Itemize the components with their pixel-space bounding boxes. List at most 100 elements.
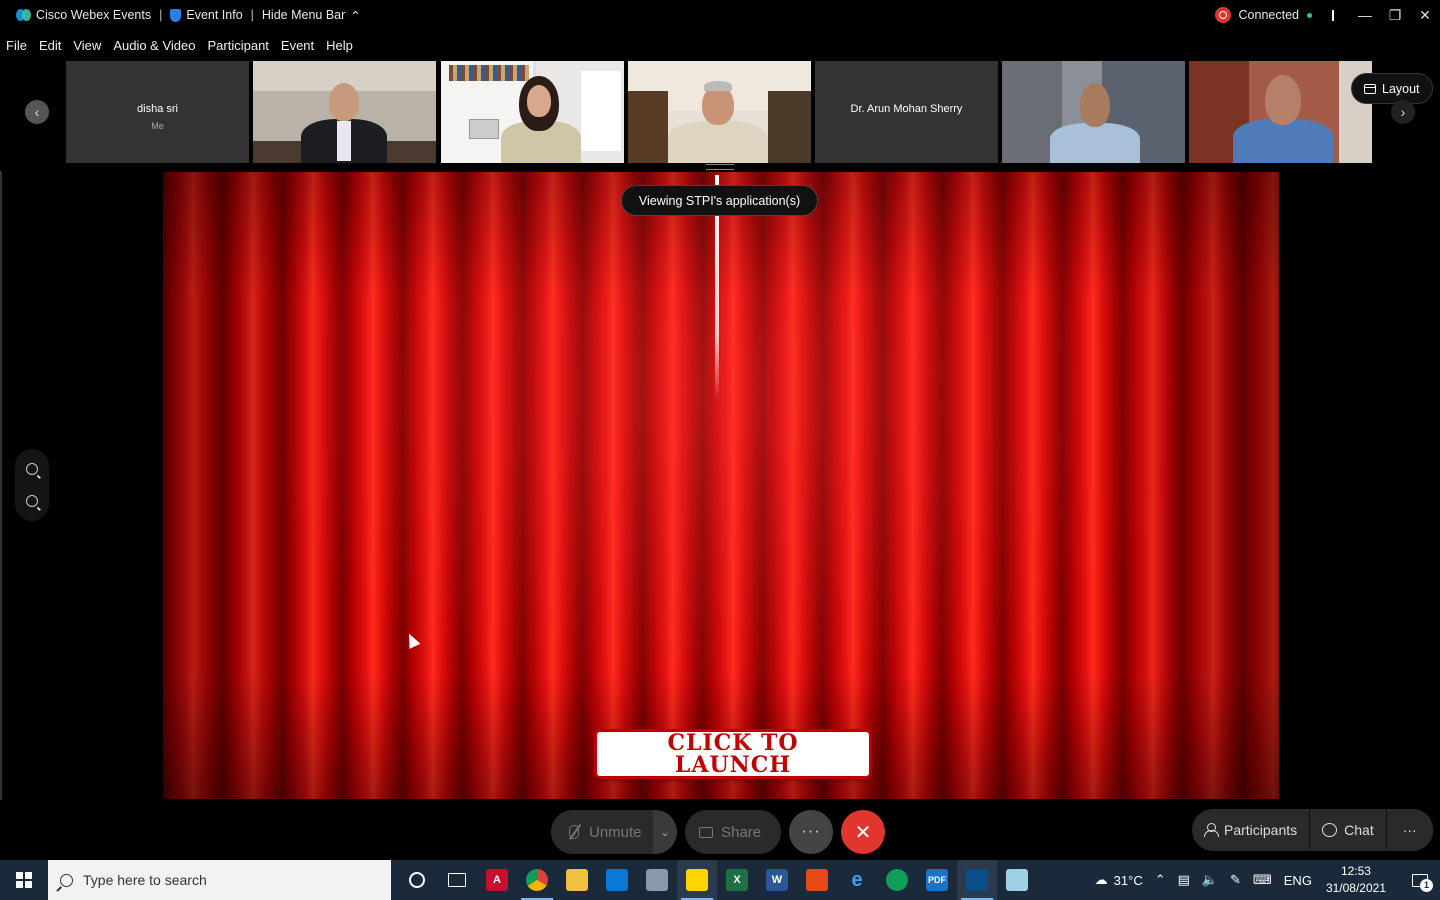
task-view-icon bbox=[448, 873, 466, 887]
taskbar-acrobat[interactable]: A bbox=[477, 860, 517, 900]
task-view-button[interactable] bbox=[437, 860, 477, 900]
windows-taskbar: Type here to search A X W e PDF ☁ 31°C ⌃… bbox=[0, 860, 1440, 900]
weather-cloud-icon: ☁ bbox=[1094, 872, 1108, 887]
audio-options-chevron-icon[interactable]: ⌄ bbox=[653, 810, 677, 854]
taskbar-word[interactable]: W bbox=[757, 860, 797, 900]
zoom-in-icon[interactable] bbox=[26, 463, 38, 475]
zoom-controls bbox=[15, 449, 49, 521]
taskbar-pdf[interactable]: PDF bbox=[917, 860, 957, 900]
show-hidden-icons-button[interactable]: ⌃ bbox=[1149, 872, 1172, 888]
more-options-button[interactable]: ··· bbox=[789, 810, 833, 854]
muted-mic-icon bbox=[569, 825, 579, 839]
network-icon[interactable]: ▤ bbox=[1172, 872, 1196, 888]
click-to-launch-button[interactable]: CLICK TO LAUNCH bbox=[597, 732, 869, 776]
layout-button[interactable]: Layout bbox=[1351, 73, 1433, 104]
participant-filmstrip: ‹ disha sri Me Dr. Arun Mohan Sherry Lay… bbox=[0, 60, 1440, 164]
system-tray: ☁ 31°C ⌃ ▤ 🔈 ✎ ⌨ ENG 12:53 31/08/2021 1 bbox=[1089, 860, 1440, 900]
chat-button[interactable]: Chat bbox=[1310, 809, 1387, 851]
excel-icon: X bbox=[726, 869, 748, 891]
scanner-icon bbox=[646, 869, 668, 891]
taskbar-store[interactable] bbox=[597, 860, 637, 900]
layout-icon bbox=[1364, 83, 1376, 94]
office-icon bbox=[806, 869, 828, 891]
participants-icon bbox=[1204, 823, 1219, 837]
menu-participant[interactable]: Participant bbox=[207, 38, 268, 53]
chat-icon bbox=[1322, 823, 1338, 837]
keyboard-icon[interactable]: ⌨ bbox=[1247, 872, 1278, 888]
menu-view[interactable]: View bbox=[73, 38, 101, 53]
participants-button[interactable]: Participants bbox=[1192, 809, 1311, 851]
participant-tile-video[interactable] bbox=[441, 61, 624, 163]
chevron-up-icon: ⌃ bbox=[350, 8, 361, 23]
pen-icon[interactable]: ✎ bbox=[1224, 872, 1247, 888]
app-icon bbox=[1006, 869, 1028, 891]
action-center-button[interactable]: 1 bbox=[1400, 860, 1440, 900]
restore-button[interactable]: ❐ bbox=[1380, 0, 1410, 30]
shield-icon bbox=[170, 8, 182, 22]
menu-event[interactable]: Event bbox=[281, 38, 314, 53]
close-window-button[interactable]: ✕ bbox=[1410, 0, 1440, 30]
title-bar: Cisco Webex Events | Event Info | Hide M… bbox=[0, 0, 1440, 30]
filmstrip-prev-button[interactable]: ‹ bbox=[25, 100, 49, 124]
folder-icon bbox=[566, 869, 588, 891]
menu-file[interactable]: File bbox=[6, 38, 27, 53]
participant-tile-self[interactable]: disha sri Me bbox=[66, 61, 249, 163]
cortana-button[interactable] bbox=[397, 860, 437, 900]
participant-tile-named[interactable]: Dr. Arun Mohan Sherry bbox=[815, 61, 998, 163]
pdf-icon: PDF bbox=[926, 869, 948, 891]
weather-widget[interactable]: ☁ 31°C bbox=[1089, 872, 1149, 888]
participant-tile-video[interactable] bbox=[1189, 61, 1372, 163]
share-icon bbox=[699, 826, 713, 838]
event-info-button[interactable]: Event Info bbox=[162, 8, 250, 22]
divider bbox=[1332, 9, 1334, 21]
windows-logo-icon bbox=[16, 872, 32, 888]
menu-edit[interactable]: Edit bbox=[39, 38, 61, 53]
sticky-notes-icon bbox=[686, 869, 708, 891]
connection-status: Connected bbox=[1238, 8, 1299, 22]
clock[interactable]: 12:53 31/08/2021 bbox=[1318, 863, 1400, 897]
menu-audio-video[interactable]: Audio & Video bbox=[113, 38, 195, 53]
meeting-controls: Unmute ⌄ Share ··· ✕ Participants Chat ·… bbox=[0, 800, 1440, 860]
participant-tile-video[interactable] bbox=[628, 61, 811, 163]
taskbar-sticky-notes[interactable] bbox=[677, 860, 717, 900]
taskbar-search-input[interactable]: Type here to search bbox=[48, 860, 391, 900]
taskbar-hangouts[interactable] bbox=[877, 860, 917, 900]
leave-meeting-button[interactable]: ✕ bbox=[841, 810, 885, 854]
minimize-button[interactable]: — bbox=[1350, 0, 1380, 30]
hangouts-icon bbox=[886, 869, 908, 891]
filmstrip-resize-handle[interactable] bbox=[706, 164, 734, 170]
filmstrip-next-button[interactable]: › bbox=[1391, 100, 1415, 124]
language-indicator[interactable]: ENG bbox=[1278, 873, 1318, 888]
taskbar-webex[interactable] bbox=[957, 860, 997, 900]
connection-dot-icon bbox=[1307, 12, 1312, 18]
start-button[interactable] bbox=[0, 860, 48, 900]
unmute-button[interactable]: Unmute ⌄ bbox=[551, 810, 677, 854]
curtain-shading bbox=[163, 172, 1279, 799]
chrome-icon bbox=[526, 869, 548, 891]
taskbar-chrome[interactable] bbox=[517, 860, 557, 900]
taskbar-app[interactable] bbox=[997, 860, 1037, 900]
taskbar-excel[interactable]: X bbox=[717, 860, 757, 900]
acrobat-icon: A bbox=[486, 869, 508, 891]
participant-tile-video[interactable] bbox=[1002, 61, 1185, 163]
taskbar-file-explorer[interactable] bbox=[557, 860, 597, 900]
panel-overflow-button[interactable]: ··· bbox=[1386, 809, 1434, 851]
recording-icon[interactable] bbox=[1214, 7, 1231, 23]
taskbar-office[interactable] bbox=[797, 860, 837, 900]
store-icon bbox=[606, 869, 628, 891]
notification-icon: 1 bbox=[1412, 873, 1433, 892]
panel-buttons: Participants Chat ··· bbox=[1192, 809, 1434, 851]
taskbar-edge[interactable]: e bbox=[837, 860, 877, 900]
stage-border bbox=[0, 171, 2, 800]
viewing-status-label: Viewing STPI's application(s) bbox=[621, 185, 818, 216]
volume-icon[interactable]: 🔈 bbox=[1196, 872, 1224, 888]
participant-tile-video[interactable] bbox=[253, 61, 436, 163]
word-icon: W bbox=[766, 869, 788, 891]
zoom-out-icon[interactable] bbox=[26, 495, 38, 507]
webex-logo-icon bbox=[16, 9, 31, 21]
taskbar-app-scanner[interactable] bbox=[637, 860, 677, 900]
menu-help[interactable]: Help bbox=[326, 38, 353, 53]
search-icon bbox=[60, 873, 73, 887]
hide-menu-bar-button[interactable]: Hide Menu Bar ⌃ bbox=[254, 8, 369, 23]
share-button[interactable]: Share bbox=[685, 810, 781, 854]
